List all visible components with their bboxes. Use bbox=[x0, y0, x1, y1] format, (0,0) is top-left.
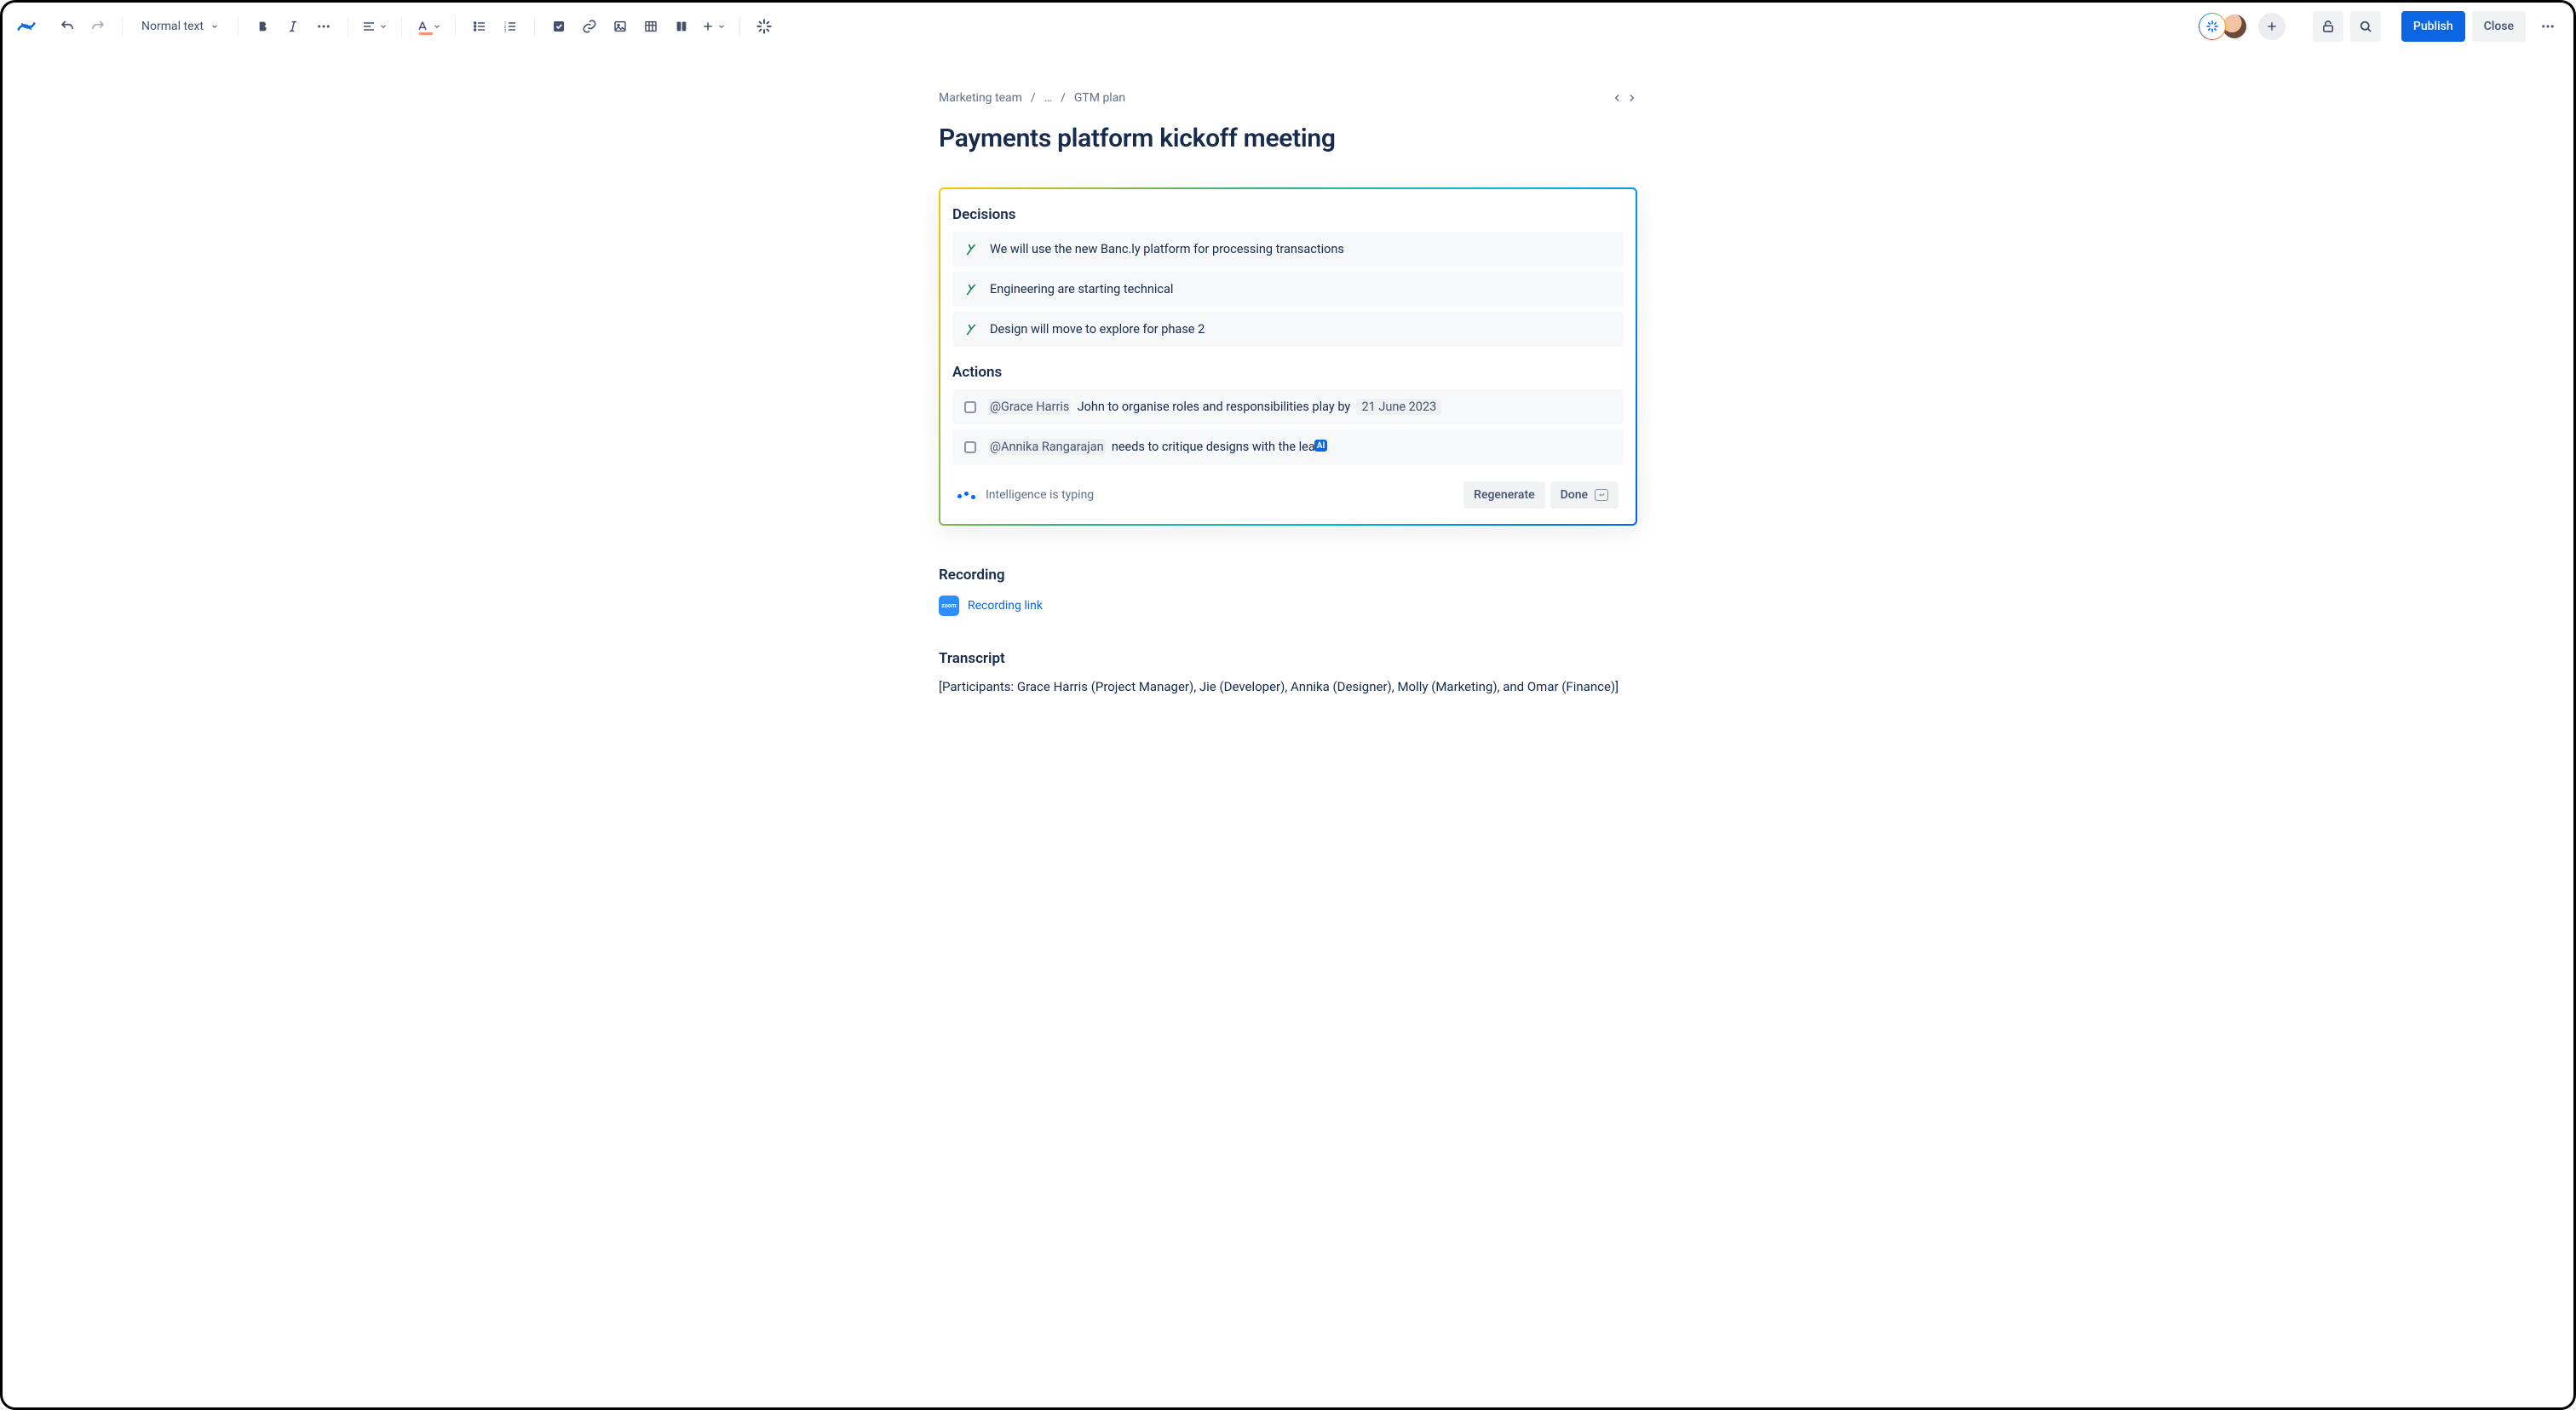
app-frame: Normal text bbox=[0, 0, 2576, 1410]
ai-footer-buttons: Regenerate Done bbox=[1463, 481, 1619, 509]
action-body: needs to critique designs with the lea bbox=[1112, 440, 1315, 454]
layouts-button[interactable] bbox=[668, 13, 695, 40]
align-button[interactable] bbox=[359, 13, 391, 40]
done-label: Done bbox=[1561, 488, 1588, 502]
arrow-left-icon bbox=[1612, 92, 1624, 104]
arrow-right-icon bbox=[1625, 92, 1637, 104]
toolbar-separator bbox=[739, 16, 740, 37]
text-style-select[interactable]: Normal text bbox=[133, 13, 227, 40]
zoom-badge-text: zoom bbox=[941, 602, 956, 609]
bold-button[interactable] bbox=[249, 13, 276, 40]
link-button[interactable] bbox=[576, 13, 603, 40]
decision-icon bbox=[964, 323, 978, 337]
typing-indicator: Intelligence is typing bbox=[957, 488, 1094, 502]
redo-button[interactable] bbox=[84, 13, 112, 40]
breadcrumb-leaf[interactable]: GTM plan bbox=[1074, 91, 1125, 105]
ai-panel-footer: Intelligence is typing Regenerate Done bbox=[952, 469, 1624, 512]
publish-label: Publish bbox=[2413, 20, 2453, 33]
recording-row: zoom Recording link bbox=[939, 596, 1637, 616]
page-title[interactable]: Payments platform kickoff meeting bbox=[939, 124, 1637, 153]
toolbar-separator bbox=[122, 16, 123, 37]
text-color-swatch bbox=[419, 32, 433, 35]
decision-item[interactable]: Design will move to explore for phase 2 bbox=[952, 312, 1624, 347]
close-button[interactable]: Close bbox=[2472, 11, 2526, 42]
breadcrumb: Marketing team / … / GTM plan bbox=[939, 91, 1125, 105]
toolbar-separator bbox=[401, 16, 402, 37]
action-item-button[interactable] bbox=[545, 13, 572, 40]
chevron-down-icon bbox=[717, 22, 726, 31]
more-formatting-button[interactable] bbox=[310, 13, 337, 40]
italic-button[interactable] bbox=[279, 13, 307, 40]
atlassian-intelligence-button[interactable] bbox=[750, 13, 778, 40]
action-content: Grace Harris John to organise roles and … bbox=[988, 400, 1441, 414]
action-content: Annika Rangarajan needs to critique desi… bbox=[988, 440, 1327, 454]
decision-text: We will use the new Banc.ly platform for… bbox=[990, 242, 1344, 256]
checkbox[interactable] bbox=[964, 441, 976, 453]
breadcrumb-root[interactable]: Marketing team bbox=[939, 91, 1022, 105]
zoom-icon: zoom bbox=[939, 596, 959, 616]
toolbar-separator bbox=[455, 16, 456, 37]
presence-avatars bbox=[2199, 13, 2248, 40]
chevron-down-icon bbox=[210, 22, 219, 31]
decision-item[interactable]: Engineering are starting technical bbox=[952, 272, 1624, 307]
transcript-body[interactable]: [Participants: Grace Harris (Project Man… bbox=[939, 679, 1637, 694]
regenerate-button[interactable]: Regenerate bbox=[1463, 481, 1544, 509]
toolbar-separator bbox=[534, 16, 535, 37]
chevron-down-icon bbox=[433, 22, 441, 31]
regenerate-label: Regenerate bbox=[1474, 488, 1534, 502]
recording-link[interactable]: Recording link bbox=[968, 599, 1043, 613]
transcript-heading: Transcript bbox=[939, 650, 1637, 667]
enter-key-icon bbox=[1595, 489, 1608, 501]
undo-button[interactable] bbox=[54, 13, 81, 40]
search-button[interactable] bbox=[2350, 11, 2381, 42]
ai-panel: Decisions We will use the new Banc.ly pl… bbox=[939, 187, 1637, 526]
breadcrumb-sep: / bbox=[1031, 91, 1036, 105]
bullet-list-button[interactable] bbox=[466, 13, 493, 40]
decision-text: Engineering are starting technical bbox=[990, 282, 1173, 296]
decision-item[interactable]: We will use the new Banc.ly platform for… bbox=[952, 232, 1624, 267]
ai-presence-avatar[interactable] bbox=[2199, 13, 2226, 40]
typing-dots-icon bbox=[957, 493, 975, 498]
action-item[interactable]: Annika Rangarajan needs to critique desi… bbox=[952, 429, 1624, 464]
insert-button[interactable] bbox=[699, 13, 729, 40]
date-tag[interactable]: 21 June 2023 bbox=[1356, 399, 1441, 415]
breadcrumb-row: Marketing team / … / GTM plan bbox=[939, 84, 1637, 112]
checkbox[interactable] bbox=[964, 401, 976, 413]
svg-text:3: 3 bbox=[504, 29, 507, 33]
publish-button[interactable]: Publish bbox=[2401, 11, 2465, 42]
editor-toolbar: Normal text bbox=[3, 3, 2573, 50]
restrictions-button[interactable] bbox=[2313, 11, 2343, 42]
breadcrumb-sep: / bbox=[1061, 91, 1066, 105]
text-style-label: Normal text bbox=[141, 20, 204, 33]
page-content: Marketing team / … / GTM plan Payments p… bbox=[939, 50, 1637, 694]
chevron-down-icon bbox=[379, 22, 388, 31]
toolbar-separator bbox=[238, 16, 239, 37]
confluence-logo[interactable] bbox=[13, 13, 40, 40]
table-button[interactable] bbox=[637, 13, 664, 40]
typing-label: Intelligence is typing bbox=[986, 488, 1094, 502]
ai-cursor-badge: AI bbox=[1314, 440, 1328, 452]
close-label: Close bbox=[2484, 20, 2514, 33]
numbered-list-button[interactable]: 123 bbox=[497, 13, 524, 40]
decision-text: Design will move to explore for phase 2 bbox=[990, 322, 1205, 337]
decision-icon bbox=[964, 283, 978, 296]
breadcrumb-mid[interactable]: … bbox=[1044, 91, 1052, 105]
decisions-heading: Decisions bbox=[952, 206, 1624, 223]
page-width-toggle[interactable] bbox=[1612, 92, 1637, 104]
action-item[interactable]: Grace Harris John to organise roles and … bbox=[952, 389, 1624, 424]
invite-button[interactable] bbox=[2258, 13, 2286, 40]
decision-icon bbox=[964, 243, 978, 256]
mention[interactable]: Grace Harris bbox=[988, 399, 1071, 415]
more-actions-button[interactable] bbox=[2533, 11, 2563, 42]
toolbar-right: Publish Close bbox=[2199, 11, 2563, 42]
mention[interactable]: Annika Rangarajan bbox=[988, 439, 1106, 455]
image-button[interactable] bbox=[607, 13, 634, 40]
toolbar-left: Normal text bbox=[13, 13, 2195, 40]
action-body: John to organise roles and responsibilit… bbox=[1078, 400, 1351, 414]
actions-heading: Actions bbox=[952, 364, 1624, 381]
done-button[interactable]: Done bbox=[1550, 481, 1619, 509]
text-color-button[interactable] bbox=[412, 13, 445, 40]
recording-heading: Recording bbox=[939, 567, 1637, 584]
